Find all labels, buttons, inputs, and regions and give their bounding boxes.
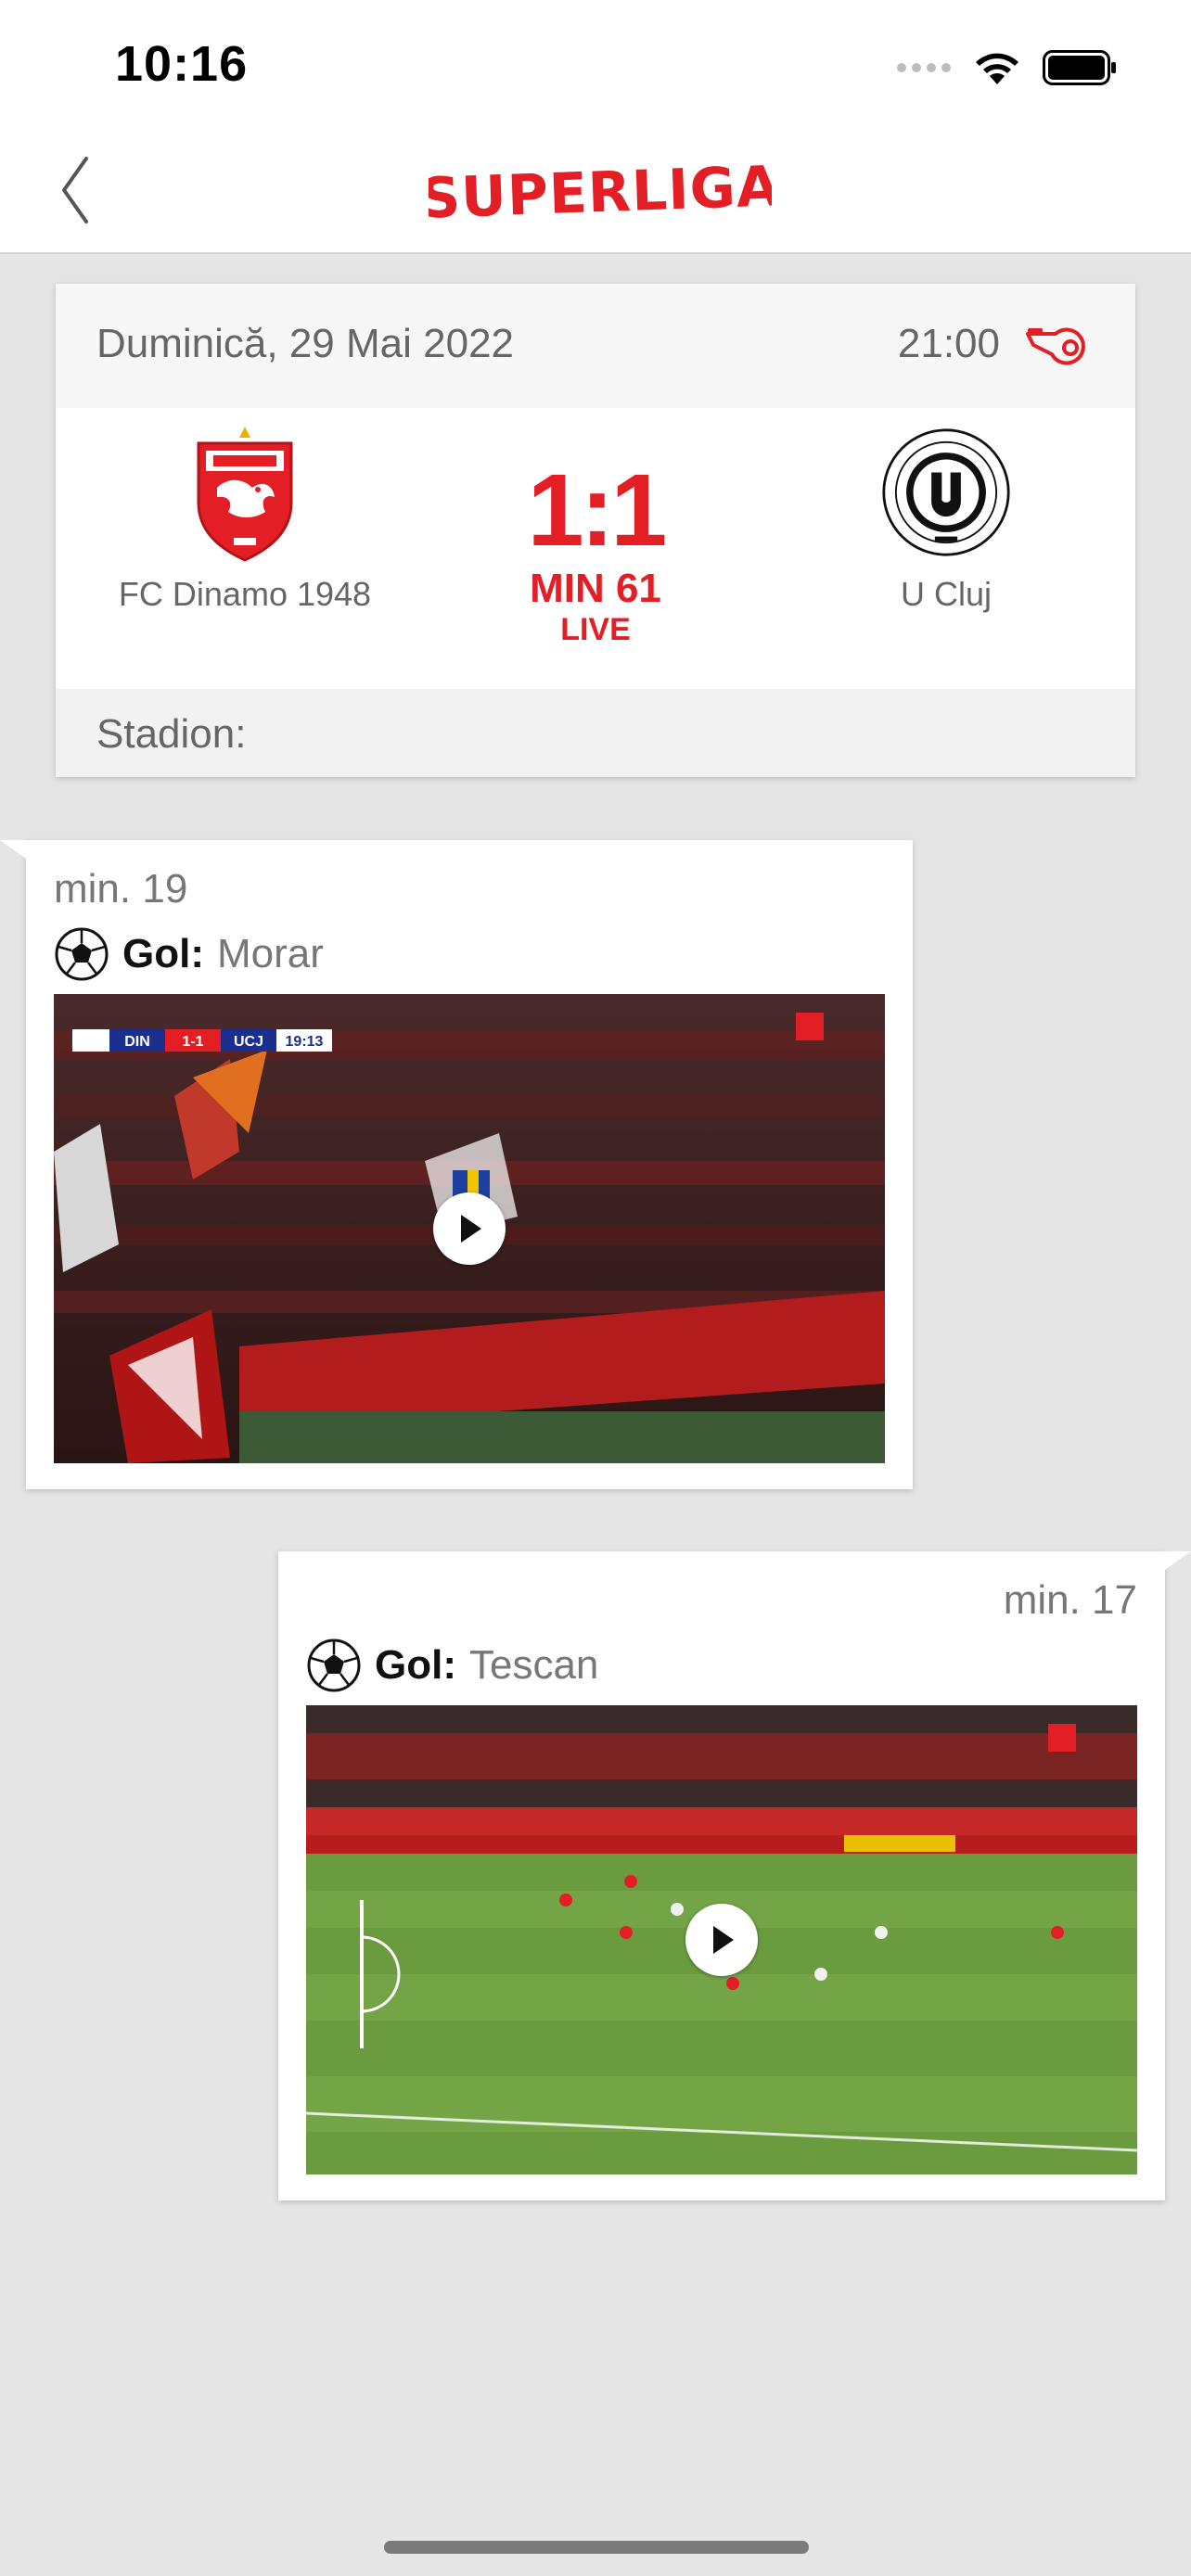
- chevron-left-icon: [62, 157, 88, 223]
- status-time: 10:16: [115, 36, 249, 92]
- event-type-label: Gol:: [122, 931, 204, 976]
- battery-icon: [1043, 50, 1116, 85]
- goal-video-thumbnail[interactable]: [306, 1705, 1137, 2174]
- event-player: Tescan: [468, 1642, 599, 1688]
- whistle-icon: [1026, 327, 1085, 365]
- live-badge: LIVE: [560, 612, 631, 647]
- play-icon: [713, 1926, 734, 1954]
- score-box: 1:1 MIN 61 LIVE: [456, 460, 735, 648]
- match-card[interactable]: Duminică, 29 Mai 2022 21:00 FC Dinamo 19…: [56, 284, 1135, 777]
- ucluj-crest-icon: [882, 428, 1010, 556]
- overlay-clock: 19:13: [286, 1034, 324, 1050]
- event-goal-line: Gol: Morar: [54, 925, 324, 983]
- stadium-label: Stadion:: [96, 711, 247, 757]
- back-button[interactable]: [46, 153, 102, 227]
- home-indicator[interactable]: [384, 2541, 809, 2554]
- soccer-ball-icon: [307, 1639, 361, 1692]
- status-icons: [896, 46, 1117, 89]
- goal-video-thumbnail[interactable]: DIN 1-1 UCJ 19:13: [54, 994, 885, 1463]
- match-score: 1:1: [527, 453, 668, 567]
- wifi-icon: [976, 53, 1018, 84]
- match-date: Duminică, 29 Mai 2022: [96, 321, 515, 366]
- event-card-goal-morar[interactable]: min. 19 Gol: Morar DIN 1-1 UCJ 19:13: [0, 840, 913, 1489]
- event-type-label: Gol:: [375, 1642, 456, 1688]
- match-footer: Stadion:: [56, 689, 1135, 777]
- dinamo-crest-icon: [197, 427, 293, 562]
- event-card-goal-tescan[interactable]: min. 17 Gol: Tescan: [278, 1551, 1191, 2200]
- match-header: Duminică, 29 Mai 2022 21:00: [56, 284, 1135, 408]
- home-team-name: FC Dinamo 1948: [118, 575, 372, 613]
- event-player: Morar: [216, 931, 324, 976]
- soccer-ball-icon: [55, 927, 109, 981]
- away-team[interactable]: U Cluj: [798, 423, 1095, 614]
- event-goal-line: Gol: Tescan: [306, 1637, 598, 1694]
- play-icon: [461, 1215, 481, 1243]
- overlay-score: 1-1: [182, 1034, 203, 1050]
- kickoff-time: 21:00: [897, 321, 1000, 366]
- status-bar: 10:16: [0, 0, 1191, 125]
- play-button[interactable]: [685, 1904, 758, 1976]
- logo-text: SUPERLIGA: [429, 154, 772, 227]
- event-minute: min. 19: [54, 866, 188, 912]
- overlay-home: DIN: [124, 1034, 150, 1050]
- home-team[interactable]: FC Dinamo 1948: [96, 423, 393, 614]
- play-button[interactable]: [433, 1192, 506, 1265]
- signal-dots-icon: [897, 63, 951, 72]
- match-minute: MIN 61: [530, 566, 661, 611]
- event-minute: min. 17: [1003, 1577, 1137, 1623]
- overlay-away: UCJ: [234, 1034, 263, 1050]
- away-team-name: U Cluj: [900, 575, 992, 613]
- nav-bar: SUPERLIGA: [0, 125, 1191, 254]
- superliga-logo: SUPERLIGA: [429, 154, 772, 227]
